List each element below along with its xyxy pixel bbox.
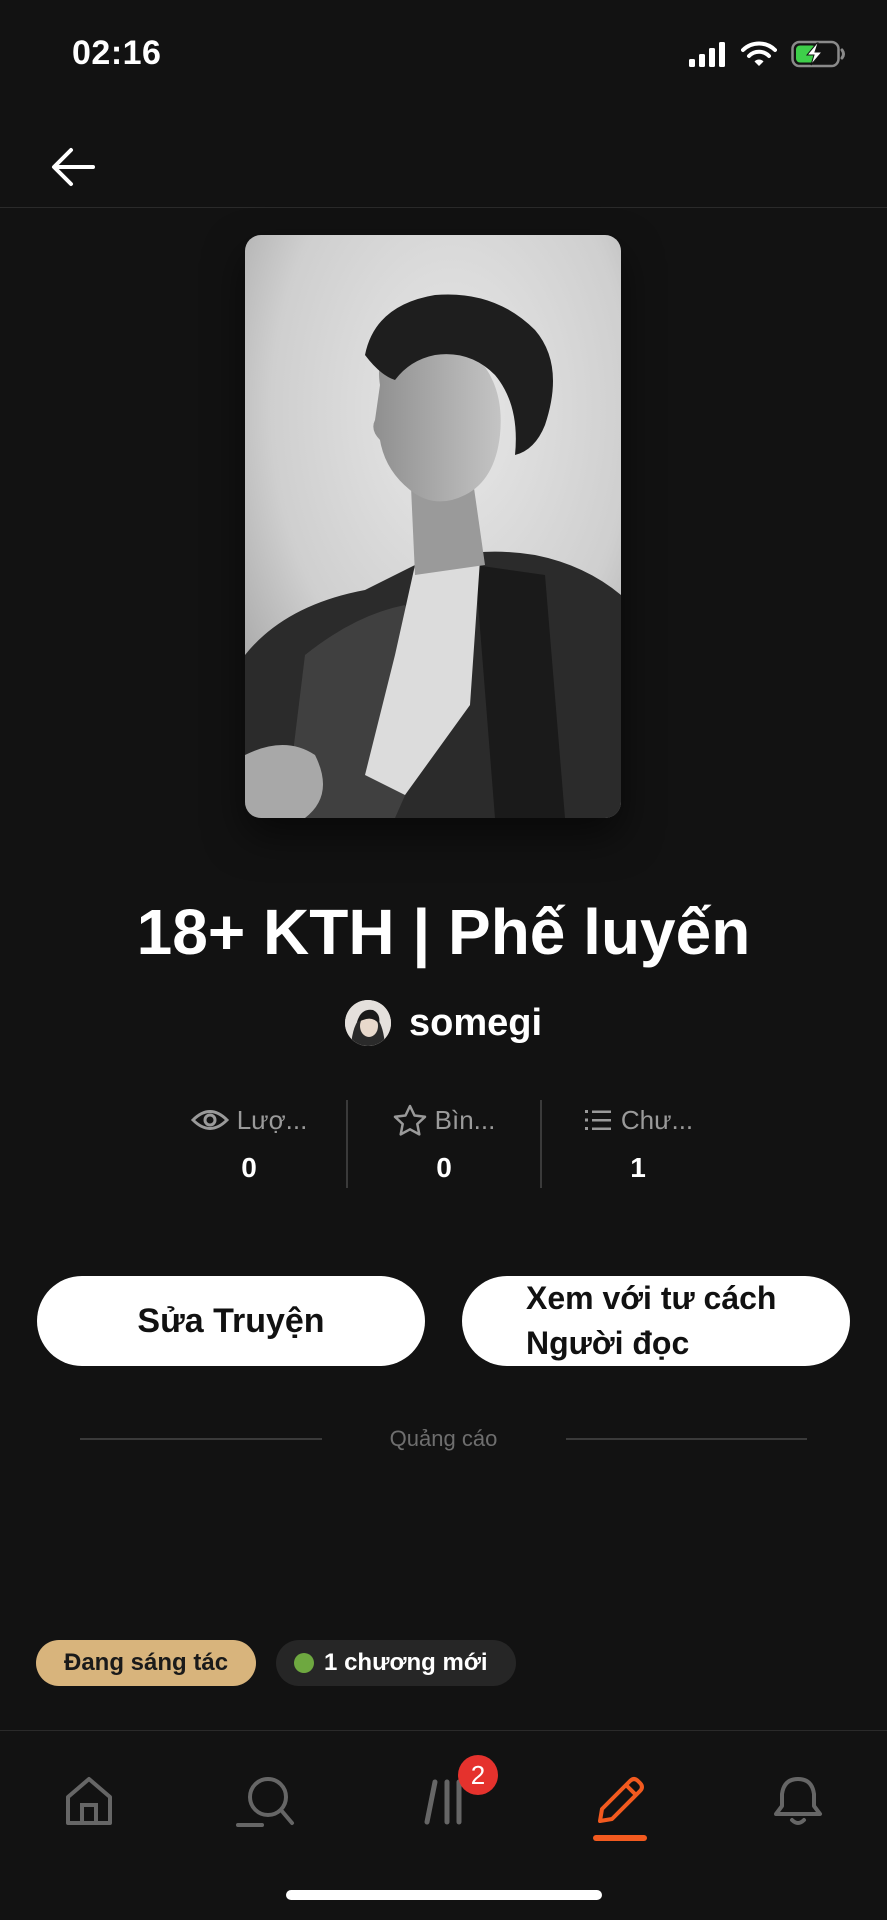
signal-icon xyxy=(689,41,727,72)
stat-chapters-value: 1 xyxy=(630,1152,646,1183)
divider-line xyxy=(80,1438,322,1440)
edit-story-label: Sửa Truyện xyxy=(137,1301,325,1340)
story-stats: Lượ... 0 Bìn... 0 Chư... 1 xyxy=(152,1100,734,1188)
wifi-icon xyxy=(741,40,777,73)
home-indicator[interactable] xyxy=(286,1890,602,1900)
author-avatar[interactable] xyxy=(344,1000,391,1046)
view-as-reader-label-line1: Xem với tư cách xyxy=(526,1280,777,1316)
list-icon xyxy=(584,1110,611,1130)
stat-reads: Lượ... 0 xyxy=(152,1100,346,1188)
home-icon xyxy=(66,1777,112,1825)
ad-divider: Quảng cáo xyxy=(80,1424,807,1454)
view-as-reader-label-line2: Người đọc xyxy=(526,1325,690,1361)
new-chapters-badge: 1 chương mới xyxy=(276,1640,516,1686)
author-row[interactable]: somegi xyxy=(0,1000,887,1046)
stat-votes: Bìn... 0 xyxy=(346,1100,540,1188)
stat-votes-label: Bìn... xyxy=(434,1104,496,1135)
notification-badge: 2 xyxy=(458,1755,498,1795)
story-cover-image xyxy=(245,235,621,818)
active-tab-indicator xyxy=(593,1835,647,1841)
back-button[interactable] xyxy=(40,134,106,200)
status-bar: 02:16 xyxy=(0,0,887,110)
status-time: 02:16 xyxy=(72,34,162,72)
new-chapters-label: 1 chương mới xyxy=(324,1649,488,1676)
eye-icon xyxy=(190,1110,229,1130)
stat-votes-value: 0 xyxy=(436,1152,452,1183)
star-icon xyxy=(393,1104,426,1136)
story-title: 18+ KTH | Phế luyến xyxy=(136,896,751,968)
stat-reads-value: 0 xyxy=(241,1152,257,1183)
tab-home[interactable] xyxy=(44,1761,134,1841)
view-as-reader-button[interactable]: Xem với tư cách Người đọc xyxy=(462,1276,850,1366)
tab-notifications[interactable] xyxy=(753,1761,843,1841)
story-tags: Đang sáng tác 1 chương mới xyxy=(36,1640,516,1686)
arrow-left-icon xyxy=(52,148,95,186)
ad-label: Quảng cáo xyxy=(389,1426,498,1451)
top-nav-bar xyxy=(0,110,887,208)
author-name[interactable]: somegi xyxy=(409,1002,542,1045)
green-dot-icon xyxy=(294,1653,315,1673)
stat-reads-label: Lượ... xyxy=(236,1104,308,1135)
pencil-icon xyxy=(598,1777,644,1823)
bell-icon xyxy=(774,1777,822,1825)
tab-library[interactable]: 2 xyxy=(400,1755,498,1841)
status-icons xyxy=(689,40,847,73)
tab-write[interactable] xyxy=(575,1761,665,1841)
divider-line xyxy=(565,1438,807,1440)
stat-chapters-label: Chư... xyxy=(620,1104,694,1135)
battery-charging-icon xyxy=(791,40,847,73)
stat-chapters: Chư... 1 xyxy=(540,1100,734,1188)
edit-story-button[interactable]: Sửa Truyện xyxy=(37,1276,425,1366)
search-icon xyxy=(236,1777,294,1827)
tab-search[interactable] xyxy=(221,1761,311,1841)
status-badge: Đang sáng tác xyxy=(36,1640,257,1686)
